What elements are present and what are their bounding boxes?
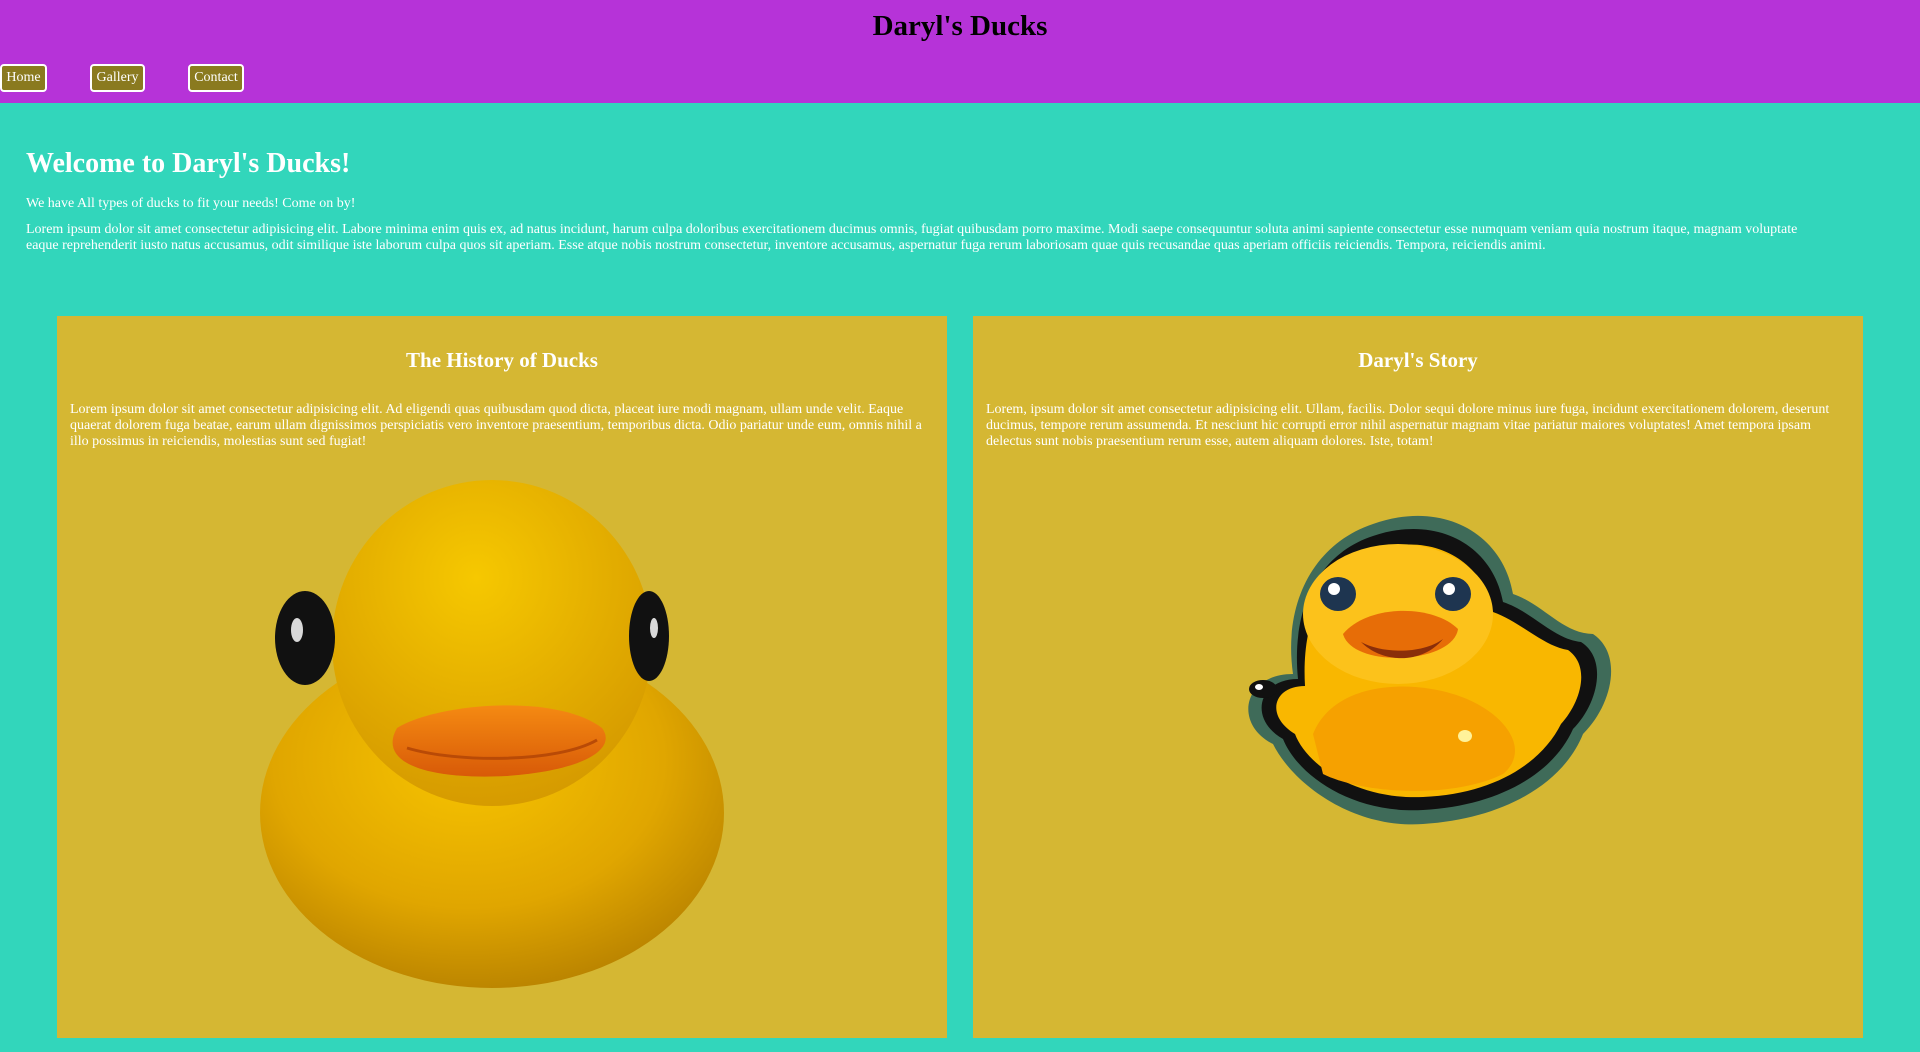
daryls-story-card-title: Daryl's Story — [1358, 348, 1478, 372]
nav-contact-button[interactable]: Contact — [188, 64, 244, 92]
nav-home-button[interactable]: Home — [0, 64, 47, 92]
history-card-body: Lorem ipsum dolor sit amet consectetur a… — [70, 402, 922, 449]
welcome-heading: Welcome to Daryl's Ducks! — [26, 148, 351, 179]
history-card: The History of Ducks Lorem ipsum dolor s… — [57, 316, 947, 1038]
welcome-body: Lorem ipsum dolor sit amet consectetur a… — [26, 222, 1798, 253]
welcome-section: Welcome to Daryl's Ducks! We have All ty… — [26, 148, 1826, 254]
site-header: Daryl's Ducks Home Gallery Contact — [0, 0, 1920, 103]
history-card-title: The History of Ducks — [406, 348, 598, 372]
nav-gallery-button[interactable]: Gallery — [90, 64, 145, 92]
site-title: Daryl's Ducks — [872, 10, 1048, 42]
welcome-tagline: We have All types of ducks to fit your n… — [26, 196, 356, 211]
daryls-story-card: Daryl's Story Lorem, ipsum dolor sit ame… — [973, 316, 1863, 1038]
rubber-duck-photo — [260, 480, 724, 988]
cartoon-duck-sticker — [1248, 515, 1612, 825]
daryls-story-card-body: Lorem, ipsum dolor sit amet consectetur … — [986, 402, 1830, 449]
